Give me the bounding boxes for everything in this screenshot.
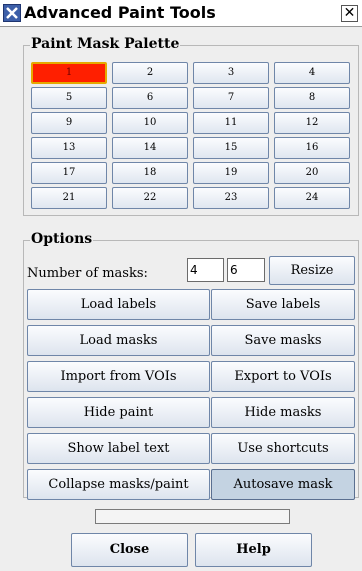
palette-button-14[interactable]: 14 <box>112 137 188 159</box>
palette-button-24[interactable]: 24 <box>274 187 350 209</box>
palette-button-15[interactable]: 15 <box>193 137 269 159</box>
palette-button-23[interactable]: 23 <box>193 187 269 209</box>
palette-button-11[interactable]: 11 <box>193 112 269 134</box>
import-from-vois-button[interactable]: Import from VOIs <box>27 361 210 392</box>
save-masks-button[interactable]: Save masks <box>211 325 355 356</box>
advanced-paint-tools-window: Advanced Paint Tools ✕ Paint Mask Palett… <box>0 0 362 571</box>
export-to-vois-button[interactable]: Export to VOIs <box>211 361 355 392</box>
palette-button-20[interactable]: 20 <box>274 162 350 184</box>
mask-columns-input[interactable]: 6 <box>227 258 265 282</box>
paint-mask-palette-legend: Paint Mask Palette <box>30 36 181 52</box>
hide-paint-button[interactable]: Hide paint <box>27 397 210 428</box>
save-labels-button[interactable]: Save labels <box>211 289 355 320</box>
palette-button-21[interactable]: 21 <box>31 187 107 209</box>
close-button[interactable]: Close <box>71 533 188 567</box>
show-label-text-button[interactable]: Show label text <box>27 433 210 464</box>
palette-button-1[interactable]: 1 <box>31 62 107 84</box>
palette-button-4[interactable]: 4 <box>274 62 350 84</box>
palette-button-5[interactable]: 5 <box>31 87 107 109</box>
palette-button-7[interactable]: 7 <box>193 87 269 109</box>
title-bar[interactable]: Advanced Paint Tools ✕ <box>0 0 362 27</box>
options-legend: Options <box>30 231 94 247</box>
palette-button-16[interactable]: 16 <box>274 137 350 159</box>
palette-button-8[interactable]: 8 <box>274 87 350 109</box>
load-masks-button[interactable]: Load masks <box>27 325 210 356</box>
palette-button-3[interactable]: 3 <box>193 62 269 84</box>
palette-button-12[interactable]: 12 <box>274 112 350 134</box>
resize-button[interactable]: Resize <box>269 256 355 285</box>
collapse-masks-paint-button[interactable]: Collapse masks/paint <box>27 469 210 500</box>
window-title: Advanced Paint Tools <box>24 3 216 22</box>
help-button[interactable]: Help <box>195 533 312 567</box>
palette-button-9[interactable]: 9 <box>31 112 107 134</box>
autosave-mask-button[interactable]: Autosave mask <box>211 469 355 500</box>
progress-bar <box>95 509 290 524</box>
palette-button-19[interactable]: 19 <box>193 162 269 184</box>
number-of-masks-label: Number of masks: <box>27 266 148 281</box>
palette-button-17[interactable]: 17 <box>31 162 107 184</box>
load-labels-button[interactable]: Load labels <box>27 289 210 320</box>
mask-rows-input[interactable]: 4 <box>187 258 224 282</box>
palette-button-10[interactable]: 10 <box>112 112 188 134</box>
palette-button-13[interactable]: 13 <box>31 137 107 159</box>
palette-button-6[interactable]: 6 <box>112 87 188 109</box>
palette-button-18[interactable]: 18 <box>112 162 188 184</box>
hide-masks-button[interactable]: Hide masks <box>211 397 355 428</box>
window-close-button[interactable]: ✕ <box>341 5 358 22</box>
palette-button-2[interactable]: 2 <box>112 62 188 84</box>
app-icon <box>3 4 21 22</box>
use-shortcuts-button[interactable]: Use shortcuts <box>211 433 355 464</box>
palette-button-22[interactable]: 22 <box>112 187 188 209</box>
